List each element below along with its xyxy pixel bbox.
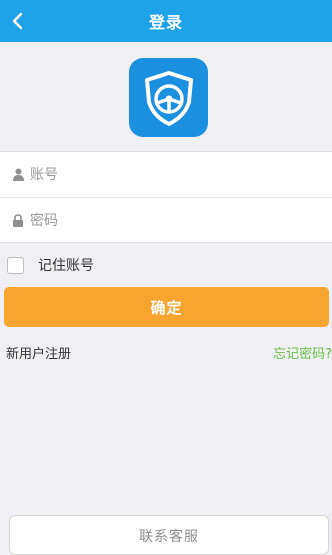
remember-label: 记住账号 <box>38 258 94 274</box>
header-bar: 登录 <box>0 0 332 42</box>
back-button[interactable] <box>0 0 34 42</box>
contact-service-label: 联系客服 <box>139 529 199 545</box>
password-row <box>0 197 332 243</box>
account-row <box>0 152 332 197</box>
forgot-password-link[interactable]: 忘记密码? <box>273 343 332 362</box>
shield-steering-wheel-icon <box>144 70 193 126</box>
contact-service-button[interactable]: 联系客服 <box>9 515 329 555</box>
confirm-button[interactable]: 确定 <box>4 287 329 327</box>
lock-icon <box>12 214 24 228</box>
app-logo <box>129 58 208 137</box>
register-link[interactable]: 新用户注册 <box>6 343 71 362</box>
login-form <box>0 151 332 243</box>
account-input[interactable] <box>30 166 310 183</box>
user-icon <box>12 168 24 182</box>
password-input[interactable] <box>30 212 310 229</box>
chevron-left-icon <box>12 12 23 30</box>
page-title: 登录 <box>148 13 183 32</box>
remember-checkbox[interactable] <box>7 256 24 274</box>
remember-account-row: 记住账号 <box>0 250 332 280</box>
